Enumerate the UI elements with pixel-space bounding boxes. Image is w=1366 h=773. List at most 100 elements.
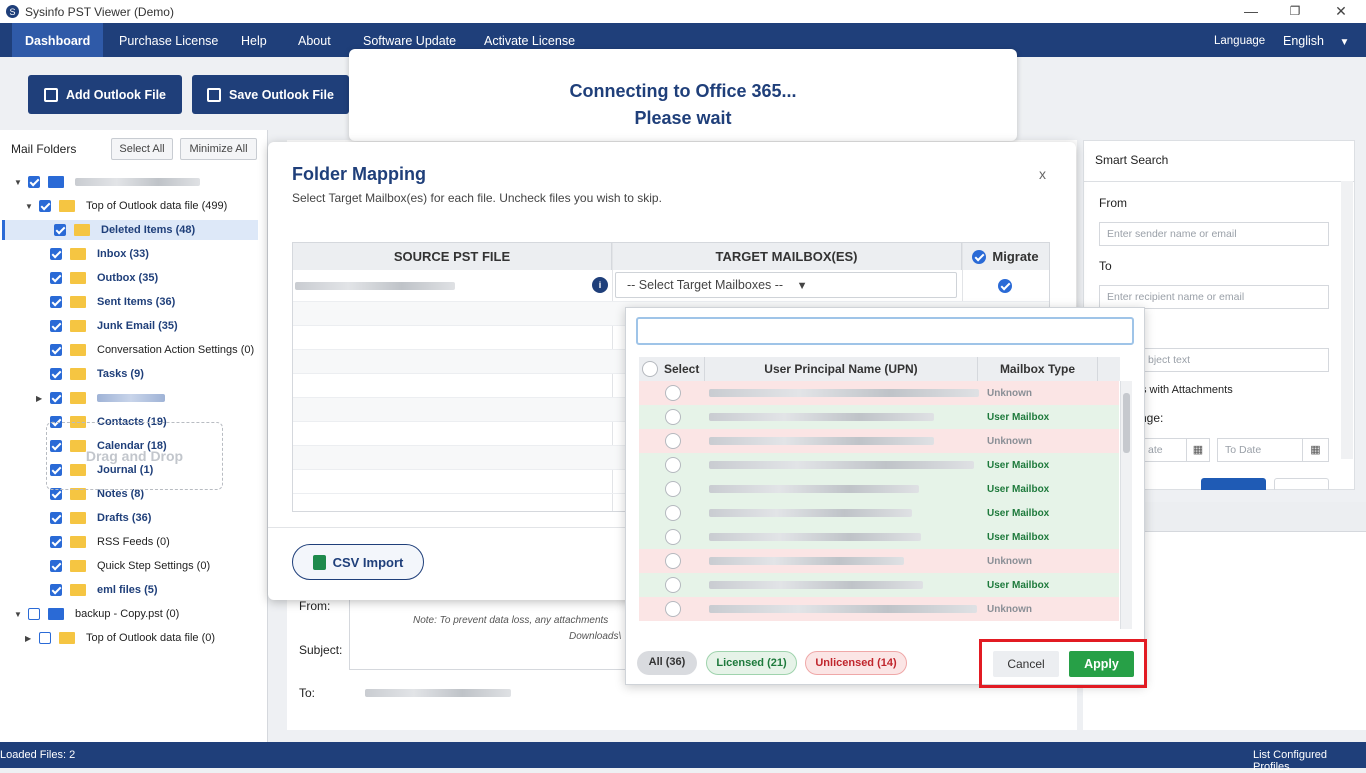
- tree-item-inbox[interactable]: Inbox (33): [50, 244, 149, 264]
- tree-item-top-of-outlook[interactable]: ▼ Top of Outlook data file (499): [25, 196, 228, 216]
- list-item[interactable]: User Mailbox: [639, 405, 1119, 429]
- subject-search-input[interactable]: bject text: [1140, 348, 1329, 372]
- info-icon[interactable]: i: [592, 277, 608, 293]
- checkbox[interactable]: [54, 224, 66, 236]
- row-radio[interactable]: [665, 601, 681, 617]
- checkbox[interactable]: [50, 560, 62, 572]
- tree-item-drafts[interactable]: Drafts (36): [50, 508, 151, 528]
- divider: [349, 669, 639, 670]
- row-radio[interactable]: [665, 481, 681, 497]
- tree-item-conversation-action[interactable]: Conversation Action Settings (0): [50, 340, 254, 360]
- checkbox[interactable]: [50, 248, 62, 260]
- migrate-column-header[interactable]: Migrate: [962, 243, 1049, 270]
- checkbox[interactable]: [50, 512, 62, 524]
- list-item[interactable]: Unknown: [639, 381, 1119, 405]
- tree-root-pst[interactable]: ▼: [14, 172, 200, 192]
- select-all-radio[interactable]: [642, 361, 658, 377]
- tree-item-backup-top[interactable]: ▶ Top of Outlook data file (0): [25, 628, 215, 648]
- folder-label: Top of Outlook data file (499): [86, 200, 228, 212]
- tree-item-deleted-items[interactable]: Deleted Items (48): [2, 220, 258, 240]
- cancel-button[interactable]: Cancel: [993, 651, 1059, 677]
- checkbox[interactable]: [39, 200, 51, 212]
- row-radio[interactable]: [665, 553, 681, 569]
- mailbox-search-input[interactable]: [636, 317, 1134, 345]
- list-item[interactable]: Unknown: [639, 549, 1119, 573]
- language-select[interactable]: English ▼: [1283, 23, 1349, 57]
- mailbox-list-scrollbar[interactable]: [1120, 381, 1132, 629]
- filter-licensed-button[interactable]: Licensed (21): [706, 651, 797, 675]
- list-item[interactable]: User Mailbox: [639, 525, 1119, 549]
- add-outlook-file-button[interactable]: Add Outlook File: [28, 75, 182, 114]
- list-item[interactable]: User Mailbox: [639, 453, 1119, 477]
- collapse-arrow-icon[interactable]: ▼: [14, 178, 22, 187]
- folder-icon: [70, 560, 86, 572]
- menu-help[interactable]: Help: [241, 23, 267, 57]
- select-all-button[interactable]: Select All: [111, 138, 173, 160]
- checkbox[interactable]: [50, 296, 62, 308]
- checkbox[interactable]: [50, 272, 62, 284]
- checkbox[interactable]: [50, 392, 62, 404]
- list-configured-profiles-link[interactable]: List Configured Profiles: [1253, 749, 1366, 773]
- checkbox[interactable]: [28, 608, 40, 620]
- tree-item-quick-step[interactable]: Quick Step Settings (0): [50, 556, 210, 576]
- folder-label: Tasks (9): [97, 368, 144, 380]
- tree-item-sent-items[interactable]: Sent Items (36): [50, 292, 175, 312]
- menu-about[interactable]: About: [298, 23, 331, 57]
- checkbox[interactable]: [50, 536, 62, 548]
- scrollbar-thumb[interactable]: [1123, 393, 1130, 453]
- expand-arrow-icon[interactable]: ▶: [36, 394, 42, 403]
- filter-all-button[interactable]: All (36): [637, 651, 697, 675]
- row-radio[interactable]: [665, 505, 681, 521]
- restore-icon[interactable]: ❐: [1285, 2, 1305, 20]
- checkbox[interactable]: [50, 344, 62, 356]
- row-radio[interactable]: [665, 529, 681, 545]
- checkbox[interactable]: [50, 320, 62, 332]
- search-button[interactable]: [1201, 478, 1266, 490]
- row-radio[interactable]: [665, 433, 681, 449]
- close-window-icon[interactable]: ✕: [1331, 2, 1351, 20]
- checkbox[interactable]: [50, 368, 62, 380]
- expand-arrow-icon[interactable]: ▶: [25, 634, 31, 643]
- row-radio[interactable]: [665, 409, 681, 425]
- close-icon[interactable]: x: [1039, 166, 1046, 182]
- csv-import-button[interactable]: CSV Import: [292, 544, 424, 580]
- filter-unlicensed-button[interactable]: Unlicensed (14): [805, 651, 907, 675]
- tree-item-rss-feeds[interactable]: RSS Feeds (0): [50, 532, 170, 552]
- target-mailbox-select[interactable]: -- Select Target Mailboxes -- ▼: [615, 272, 957, 298]
- checkbox[interactable]: [28, 176, 40, 188]
- calendar-icon[interactable]: ▦: [1302, 438, 1329, 462]
- minimize-icon[interactable]: —: [1241, 2, 1261, 20]
- save-outlook-file-button[interactable]: Save Outlook File: [192, 75, 349, 114]
- menu-purchase-license[interactable]: Purchase License: [119, 23, 218, 57]
- checkbox[interactable]: [39, 632, 51, 644]
- migrate-row-check-icon[interactable]: [998, 279, 1012, 293]
- tree-item-eml-files[interactable]: eml files (5): [50, 580, 158, 600]
- select-column-header[interactable]: Select: [639, 357, 705, 381]
- tree-item-tasks[interactable]: Tasks (9): [50, 364, 144, 384]
- row-radio[interactable]: [665, 457, 681, 473]
- to-search-input[interactable]: Enter recipient name or email: [1099, 285, 1329, 309]
- tree-item-blurred[interactable]: ▶: [36, 388, 165, 408]
- scrollbar[interactable]: [1341, 181, 1353, 459]
- tree-item-junk-email[interactable]: Junk Email (35): [50, 316, 178, 336]
- from-search-input[interactable]: Enter sender name or email: [1099, 222, 1329, 246]
- checkbox[interactable]: [50, 584, 62, 596]
- collapse-arrow-icon[interactable]: ▼: [25, 202, 33, 211]
- migrate-all-check-icon[interactable]: [972, 249, 987, 264]
- list-item[interactable]: Unknown: [639, 429, 1119, 453]
- list-item[interactable]: User Mailbox: [639, 477, 1119, 501]
- tree-item-outbox[interactable]: Outbox (35): [50, 268, 158, 288]
- apply-button[interactable]: Apply: [1069, 651, 1134, 677]
- minimize-all-button[interactable]: Minimize All: [180, 138, 257, 160]
- clear-button[interactable]: [1274, 478, 1329, 490]
- list-item[interactable]: User Mailbox: [639, 501, 1119, 525]
- list-item[interactable]: User Mailbox: [639, 573, 1119, 597]
- calendar-icon[interactable]: ▦: [1186, 438, 1210, 462]
- menu-dashboard[interactable]: Dashboard: [12, 23, 104, 57]
- row-radio[interactable]: [665, 385, 681, 401]
- collapse-arrow-icon[interactable]: ▼: [14, 610, 22, 619]
- tree-item-backup-pst[interactable]: ▼ backup - Copy.pst (0): [14, 604, 179, 624]
- list-item[interactable]: Unknown: [639, 597, 1119, 621]
- drag-and-drop-zone[interactable]: Drag and Drop: [46, 422, 223, 490]
- row-radio[interactable]: [665, 577, 681, 593]
